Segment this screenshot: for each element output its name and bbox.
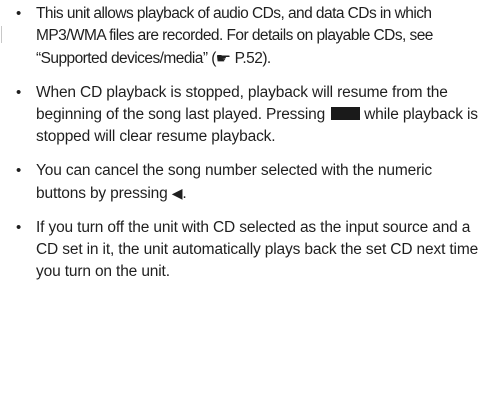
stop-square-icon [331, 107, 361, 120]
note-resume-playback: • When CD playback is stopped, playback w… [12, 82, 480, 148]
note-auto-playback: • If you turn off the unit with CD select… [12, 217, 480, 283]
left-triangle-icon: ◀ [171, 185, 183, 201]
note-text: . [182, 185, 187, 202]
note-text: P.52). [230, 50, 272, 67]
bullet-icon: • [16, 219, 22, 236]
margin-rule [1, 26, 2, 43]
note-text: You can cancel the song number selected … [36, 162, 432, 202]
reference-pointer-icon: ☛ [215, 50, 231, 66]
bullet-icon: • [16, 162, 22, 179]
note-text: If you turn off the unit with CD selecte… [36, 219, 479, 280]
notes-list: • This unit allows playback of audio CDs,… [12, 3, 480, 295]
note-cancel-song-number: • You can cancel the song number selected… [12, 160, 480, 205]
bullet-icon: • [16, 5, 21, 22]
note-supported-cds: • This unit allows playback of audio CDs,… [12, 3, 480, 70]
bullet-icon: • [16, 84, 22, 101]
